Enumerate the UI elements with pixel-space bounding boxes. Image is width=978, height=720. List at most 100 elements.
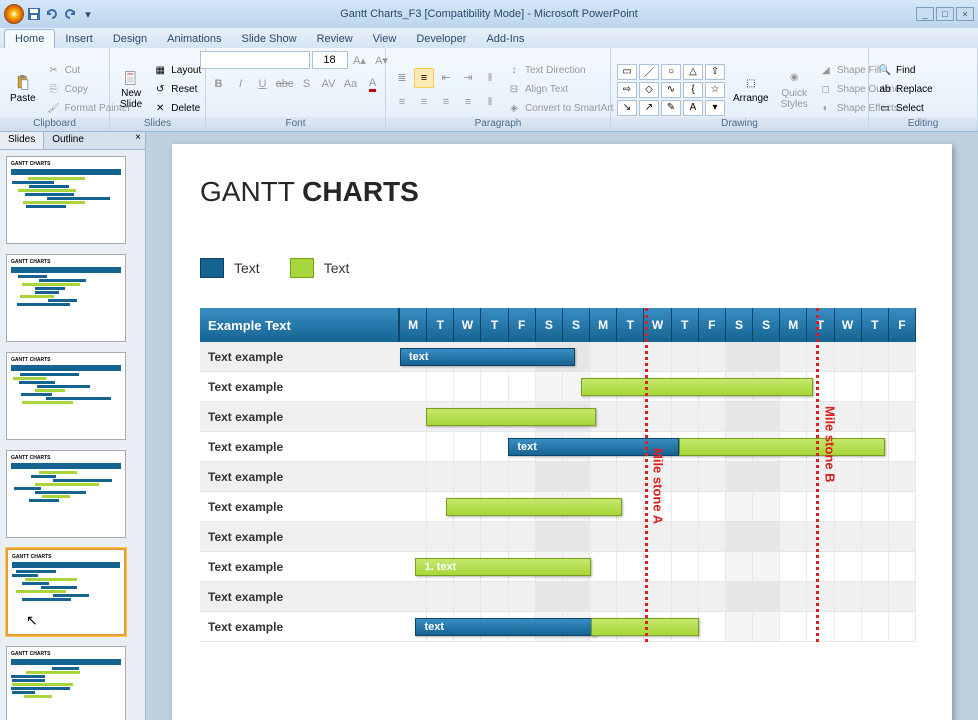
gantt-bar[interactable]: text: [400, 348, 575, 366]
slides-pane: Slides Outline × GANTT CHARTSGANTT CHART…: [0, 132, 146, 720]
char-spacing-button[interactable]: AV: [319, 74, 339, 94]
tab-insert[interactable]: Insert: [55, 30, 103, 48]
line-spacing-button[interactable]: ‖: [480, 68, 500, 88]
justify-button[interactable]: ≡: [458, 92, 478, 112]
underline-button[interactable]: U: [253, 74, 273, 94]
save-icon[interactable]: [26, 6, 42, 22]
shape-rect[interactable]: ▭: [617, 64, 637, 80]
minimize-button[interactable]: _: [916, 7, 934, 21]
gantt-bar[interactable]: text: [415, 618, 596, 636]
numbering-button[interactable]: ≡: [414, 68, 434, 88]
tab-design[interactable]: Design: [103, 30, 157, 48]
delete-button[interactable]: ✕Delete: [150, 100, 203, 118]
shape-arrow-r[interactable]: ⇨: [617, 82, 637, 98]
slide-title[interactable]: GANTT CHARTS: [200, 176, 924, 208]
shape-curve[interactable]: ∿: [661, 82, 681, 98]
tab-developer[interactable]: Developer: [406, 30, 476, 48]
grow-font-button[interactable]: A▴: [350, 50, 370, 70]
shape-conn2[interactable]: ↗: [639, 100, 659, 116]
close-button[interactable]: ×: [956, 7, 974, 21]
slide-thumbnail[interactable]: GANTT CHARTS: [6, 450, 126, 538]
shape-tri[interactable]: △: [683, 64, 703, 80]
strike-button[interactable]: abc: [275, 74, 295, 94]
slide-area[interactable]: GANTT CHARTS TextText Example Text MTWTF…: [146, 132, 978, 720]
gantt-bar[interactable]: [446, 498, 621, 516]
font-size-combo[interactable]: [312, 51, 348, 69]
day-header: T: [807, 308, 834, 342]
decrease-indent-button[interactable]: ⇤: [436, 68, 456, 88]
day-header: S: [563, 308, 590, 342]
undo-icon[interactable]: [44, 6, 60, 22]
slide-thumbnail[interactable]: GANTT CHARTS: [6, 254, 126, 342]
shape-oval[interactable]: ○: [661, 64, 681, 80]
shadow-button[interactable]: S: [297, 74, 317, 94]
thumbnails[interactable]: GANTT CHARTS GANTT CHARTS GANTT CHARTS GANT…: [0, 150, 145, 720]
shapes-more[interactable]: ▾: [705, 100, 725, 116]
gantt-bar[interactable]: [426, 408, 596, 426]
tab-review[interactable]: Review: [307, 30, 363, 48]
shape-conn1[interactable]: ↘: [617, 100, 637, 116]
replace-button[interactable]: abReplace: [875, 81, 935, 99]
tab-outline[interactable]: Outline: [44, 132, 92, 149]
gantt-bar[interactable]: [679, 438, 885, 456]
quick-styles-button[interactable]: ◉Quick Styles: [777, 68, 812, 112]
align-right-button[interactable]: ≡: [436, 92, 456, 112]
slide-thumbnail[interactable]: GANTT CHARTS: [6, 156, 126, 244]
layout-button[interactable]: ▦Layout: [150, 62, 203, 80]
shape-star[interactable]: ☆: [705, 82, 725, 98]
new-slide-button[interactable]: New Slide: [116, 68, 146, 112]
day-header: F: [509, 308, 536, 342]
arrange-button[interactable]: ⬚Arrange: [729, 73, 773, 106]
shape-brace[interactable]: {: [683, 82, 703, 98]
font-family-combo[interactable]: [200, 51, 310, 69]
maximize-button[interactable]: □: [936, 7, 954, 21]
select-button[interactable]: ▭Select: [875, 100, 935, 118]
milestone-line[interactable]: [816, 308, 819, 642]
slide-thumbnail[interactable]: GANTT CHARTS: [6, 352, 126, 440]
shape-arrow-up[interactable]: ⇧: [705, 64, 725, 80]
gantt-chart[interactable]: Example Text MTWTFSSMTWTFSSMTWTF Text ex…: [200, 308, 916, 642]
increase-indent-button[interactable]: ⇥: [458, 68, 478, 88]
gantt-cells: 1. text: [400, 552, 916, 581]
align-center-button[interactable]: ≡: [414, 92, 434, 112]
reset-button[interactable]: ↺Reset: [150, 81, 203, 99]
font-color-button[interactable]: A: [363, 74, 383, 94]
shape-callout[interactable]: ◇: [639, 82, 659, 98]
tab-home[interactable]: Home: [4, 29, 55, 48]
slide-thumbnail[interactable]: GANTT CHARTS: [6, 646, 126, 720]
milestone-label[interactable]: Mile stone A: [651, 448, 666, 524]
office-button[interactable]: [4, 4, 24, 24]
shape-text[interactable]: A: [683, 100, 703, 116]
tab-animations[interactable]: Animations: [157, 30, 231, 48]
gantt-bar[interactable]: [581, 378, 813, 396]
shape-free[interactable]: ✎: [661, 100, 681, 116]
qat-dropdown-icon[interactable]: ▾: [80, 6, 96, 22]
shape-effects-icon: ◐: [818, 101, 834, 117]
italic-button[interactable]: I: [231, 74, 251, 94]
bold-button[interactable]: B: [209, 74, 229, 94]
slide-canvas[interactable]: GANTT CHARTS TextText Example Text MTWTF…: [172, 144, 952, 720]
milestone-label[interactable]: Mile stone B: [822, 406, 837, 483]
replace-icon: ab: [877, 82, 893, 98]
tab-add-ins[interactable]: Add-Ins: [476, 30, 534, 48]
tab-slides[interactable]: Slides: [0, 132, 44, 149]
shape-line[interactable]: ／: [639, 64, 659, 80]
gantt-header-task: Example Text: [200, 308, 400, 342]
find-button[interactable]: 🔍Find: [875, 62, 935, 80]
redo-icon[interactable]: [62, 6, 78, 22]
align-text-button[interactable]: ⊟Align Text: [504, 81, 615, 99]
tab-view[interactable]: View: [363, 30, 407, 48]
columns-button[interactable]: ‖: [480, 92, 500, 112]
milestone-line[interactable]: [645, 308, 648, 642]
slide-thumbnail[interactable]: GANTT CHARTS: [6, 548, 126, 636]
paste-button[interactable]: Paste: [6, 73, 40, 106]
close-pane-icon[interactable]: ×: [131, 132, 145, 149]
text-direction-button[interactable]: ↕Text Direction: [504, 62, 615, 80]
convert-smartart-button[interactable]: ◈Convert to SmartArt: [504, 100, 615, 118]
tab-slide-show[interactable]: Slide Show: [232, 30, 307, 48]
gantt-bar[interactable]: 1. text: [415, 558, 590, 576]
change-case-button[interactable]: Aa: [341, 74, 361, 94]
ribbon: Paste ✂Cut ⎘Copy 🖌Format Painter Clipboa…: [0, 48, 978, 132]
align-left-button[interactable]: ≡: [392, 92, 412, 112]
bullets-button[interactable]: ≣: [392, 68, 412, 88]
